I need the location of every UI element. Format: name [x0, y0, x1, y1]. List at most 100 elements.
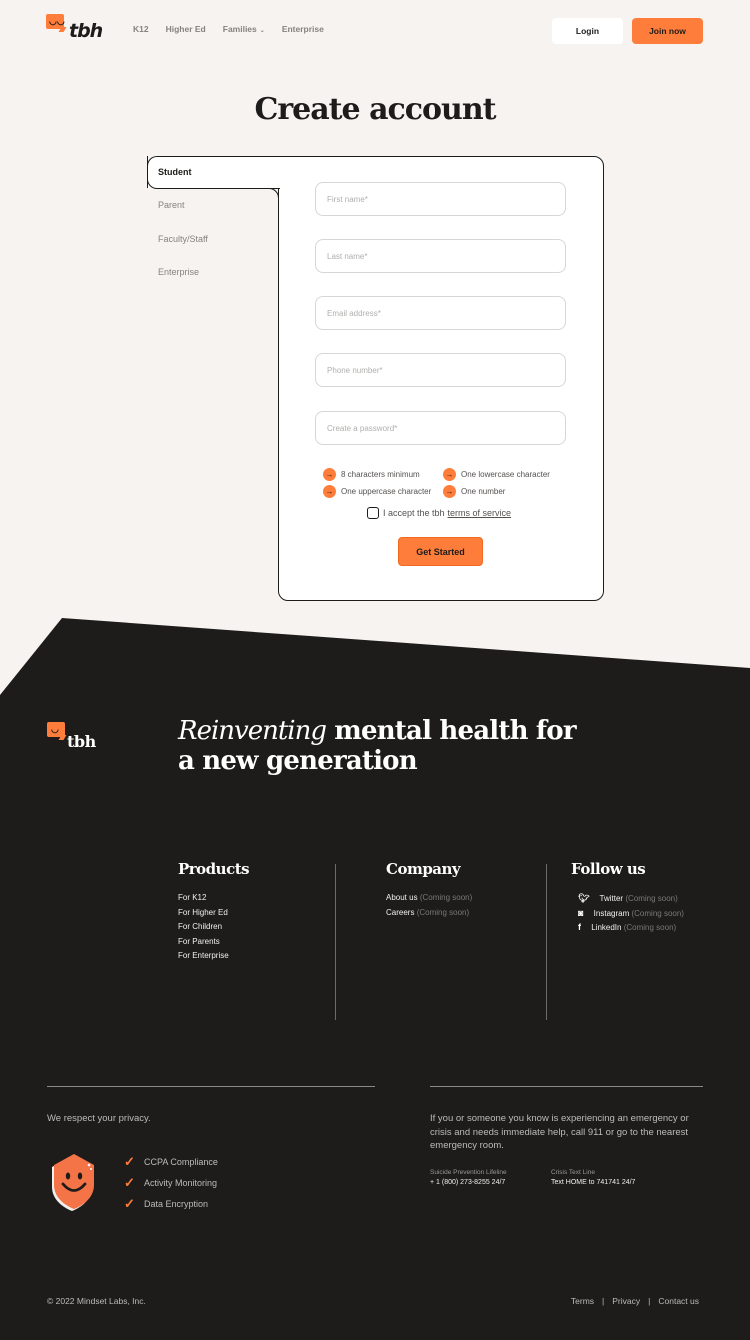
footer-link-parents[interactable]: For Parents [178, 935, 229, 950]
nav-families-label: Families [222, 24, 257, 34]
coming-soon-note: (Coming soon) [631, 908, 684, 918]
company-links: About us (Coming soon) Careers (Coming s… [386, 891, 472, 920]
terms-link[interactable]: Terms [571, 1296, 594, 1306]
link-label: About us [386, 893, 418, 902]
logo-wordmark: tbh [69, 20, 103, 42]
footer-link-k12[interactable]: For K12 [178, 891, 229, 906]
column-divider [335, 864, 336, 1020]
join-now-button[interactable]: Join now [632, 18, 703, 44]
check-icon: ✓ [124, 1195, 135, 1211]
coming-soon-note: (Coming soon) [625, 894, 678, 903]
hotline-label: Suicide Prevention Lifeline [430, 1169, 507, 1176]
privacy-heading: We respect your privacy. [47, 1113, 151, 1124]
site-header: ◡◡ tbh K12 Higher Ed Families ⌄ Enterpris… [0, 0, 750, 62]
main-nav: K12 Higher Ed Families ⌄ Enterprise [133, 24, 341, 34]
copyright: © 2022 Mindset Labs, Inc. [47, 1296, 146, 1306]
link-label: Twitter [599, 894, 624, 903]
nav-k12[interactable]: K12 [133, 24, 149, 34]
privacy-features: ✓ CCPA Compliance ✓ Activity Monitoring ✓ D… [124, 1151, 218, 1214]
nav-families[interactable]: Families ⌄ [223, 24, 265, 34]
footer-tagline: Reinventing mental health for a new gene… [178, 716, 598, 776]
tbh-logo[interactable]: ◡◡ tbh [46, 14, 104, 42]
first-name-field[interactable] [315, 182, 566, 216]
social-links: 🐦︎ Twitter (Coming soon) ◙ Instagram (Co… [578, 891, 684, 935]
crisis-text-line: Crisis Text Line Text HOME to 741741 24/… [551, 1169, 635, 1186]
logo-bubble-icon: ◡ [47, 722, 65, 737]
hotline-number[interactable]: Text HOME to 741741 24/7 [551, 1179, 635, 1186]
contact-link[interactable]: Contact us [658, 1296, 699, 1306]
password-requirement: → One lowercase character [443, 468, 550, 481]
link-label: LinkedIn [591, 923, 622, 933]
tab-connector [276, 157, 282, 187]
tab-parent[interactable]: Parent [158, 200, 185, 210]
hotline-number[interactable]: + 1 (800) 273-8255 24/7 [430, 1179, 507, 1186]
legal-links: Terms | Privacy | Contact us [571, 1296, 699, 1306]
requirement-label: One uppercase character [341, 487, 432, 496]
terms-checkbox[interactable] [367, 507, 379, 519]
password-requirement: → One number [443, 485, 505, 498]
twitter-link[interactable]: 🐦︎ Twitter (Coming soon) [578, 891, 684, 906]
terms-prefix: I accept the tbh [383, 508, 445, 518]
chevron-down-icon: ⌄ [259, 28, 265, 34]
nav-enterprise[interactable]: Enterprise [282, 24, 324, 34]
link-label: Instagram [593, 908, 630, 918]
arrow-right-icon: → [443, 468, 456, 481]
emergency-notice: If you or someone you know is experienci… [430, 1113, 689, 1151]
facebook-icon: f [578, 922, 581, 933]
first-name-input[interactable] [316, 183, 565, 215]
requirement-label: 8 characters minimum [341, 470, 420, 479]
check-icon: ✓ [124, 1153, 135, 1169]
footer-logo[interactable]: ◡ tbh [47, 722, 107, 752]
tagline-script: Reinventing [178, 716, 327, 746]
requirement-label: One number [461, 487, 506, 496]
check-icon: ✓ [124, 1174, 135, 1190]
nav-higher-ed[interactable]: Higher Ed [166, 24, 206, 34]
password-field[interactable] [315, 411, 566, 445]
tab-enterprise[interactable]: Enterprise [158, 267, 199, 277]
last-name-input[interactable] [316, 240, 565, 272]
email-input[interactable] [316, 297, 565, 329]
coming-soon-note: (Coming soon) [419, 893, 473, 902]
follow-heading: Follow us [571, 860, 646, 878]
linkedin-link[interactable]: f LinkedIn (Coming soon) [578, 920, 684, 935]
feature-label: Activity Monitoring [144, 1177, 218, 1188]
terms-row: I accept the tbh terms of service [367, 507, 511, 519]
privacy-feature: ✓ CCPA Compliance [124, 1151, 218, 1172]
coming-soon-note: (Coming soon) [416, 907, 470, 917]
last-name-field[interactable] [315, 239, 566, 273]
privacy-feature: ✓ Activity Monitoring [124, 1172, 218, 1193]
company-heading: Company [386, 860, 461, 878]
terms-of-service-link[interactable]: terms of service [448, 508, 512, 518]
feature-label: CCPA Compliance [144, 1156, 218, 1167]
tab-faculty-staff[interactable]: Faculty/Staff [158, 234, 208, 244]
hotline-label: Crisis Text Line [551, 1169, 595, 1176]
password-requirement: → One uppercase character [323, 485, 431, 498]
arrow-right-icon: → [323, 468, 336, 481]
divider [430, 1086, 703, 1087]
coming-soon-note: (Coming soon) [623, 923, 677, 933]
instagram-icon: ◙ [578, 907, 584, 918]
link-label: Careers [386, 907, 415, 917]
privacy-link[interactable]: Privacy [612, 1296, 640, 1306]
footer-link-higher-ed[interactable]: For Higher Ed [178, 906, 229, 921]
login-button[interactable]: Login [552, 18, 623, 44]
phone-field[interactable] [315, 353, 566, 387]
arrow-right-icon: → [443, 485, 456, 498]
footer-link-enterprise[interactable]: For Enterprise [178, 949, 229, 964]
footer-link-careers[interactable]: Careers (Coming soon) [386, 906, 472, 921]
page-title: Create account [254, 92, 496, 127]
logo-bubble-icon: ◡◡ [46, 14, 65, 29]
footer-link-about[interactable]: About us (Coming soon) [386, 891, 472, 906]
shield-smiley-icon [52, 1154, 94, 1211]
separator: | [602, 1296, 605, 1306]
suicide-lifeline: Suicide Prevention Lifeline + 1 (800) 27… [430, 1169, 507, 1186]
privacy-feature: ✓ Data Encryption [124, 1193, 218, 1214]
email-field[interactable] [315, 296, 566, 330]
instagram-link[interactable]: ◙ Instagram (Coming soon) [578, 906, 684, 921]
phone-input[interactable] [316, 354, 565, 386]
tab-student-label[interactable]: Student [158, 167, 192, 177]
footer-link-children[interactable]: For Children [178, 920, 229, 935]
password-input[interactable] [316, 412, 565, 444]
get-started-button[interactable]: Get Started [398, 537, 483, 566]
feature-label: Data Encryption [144, 1198, 209, 1209]
